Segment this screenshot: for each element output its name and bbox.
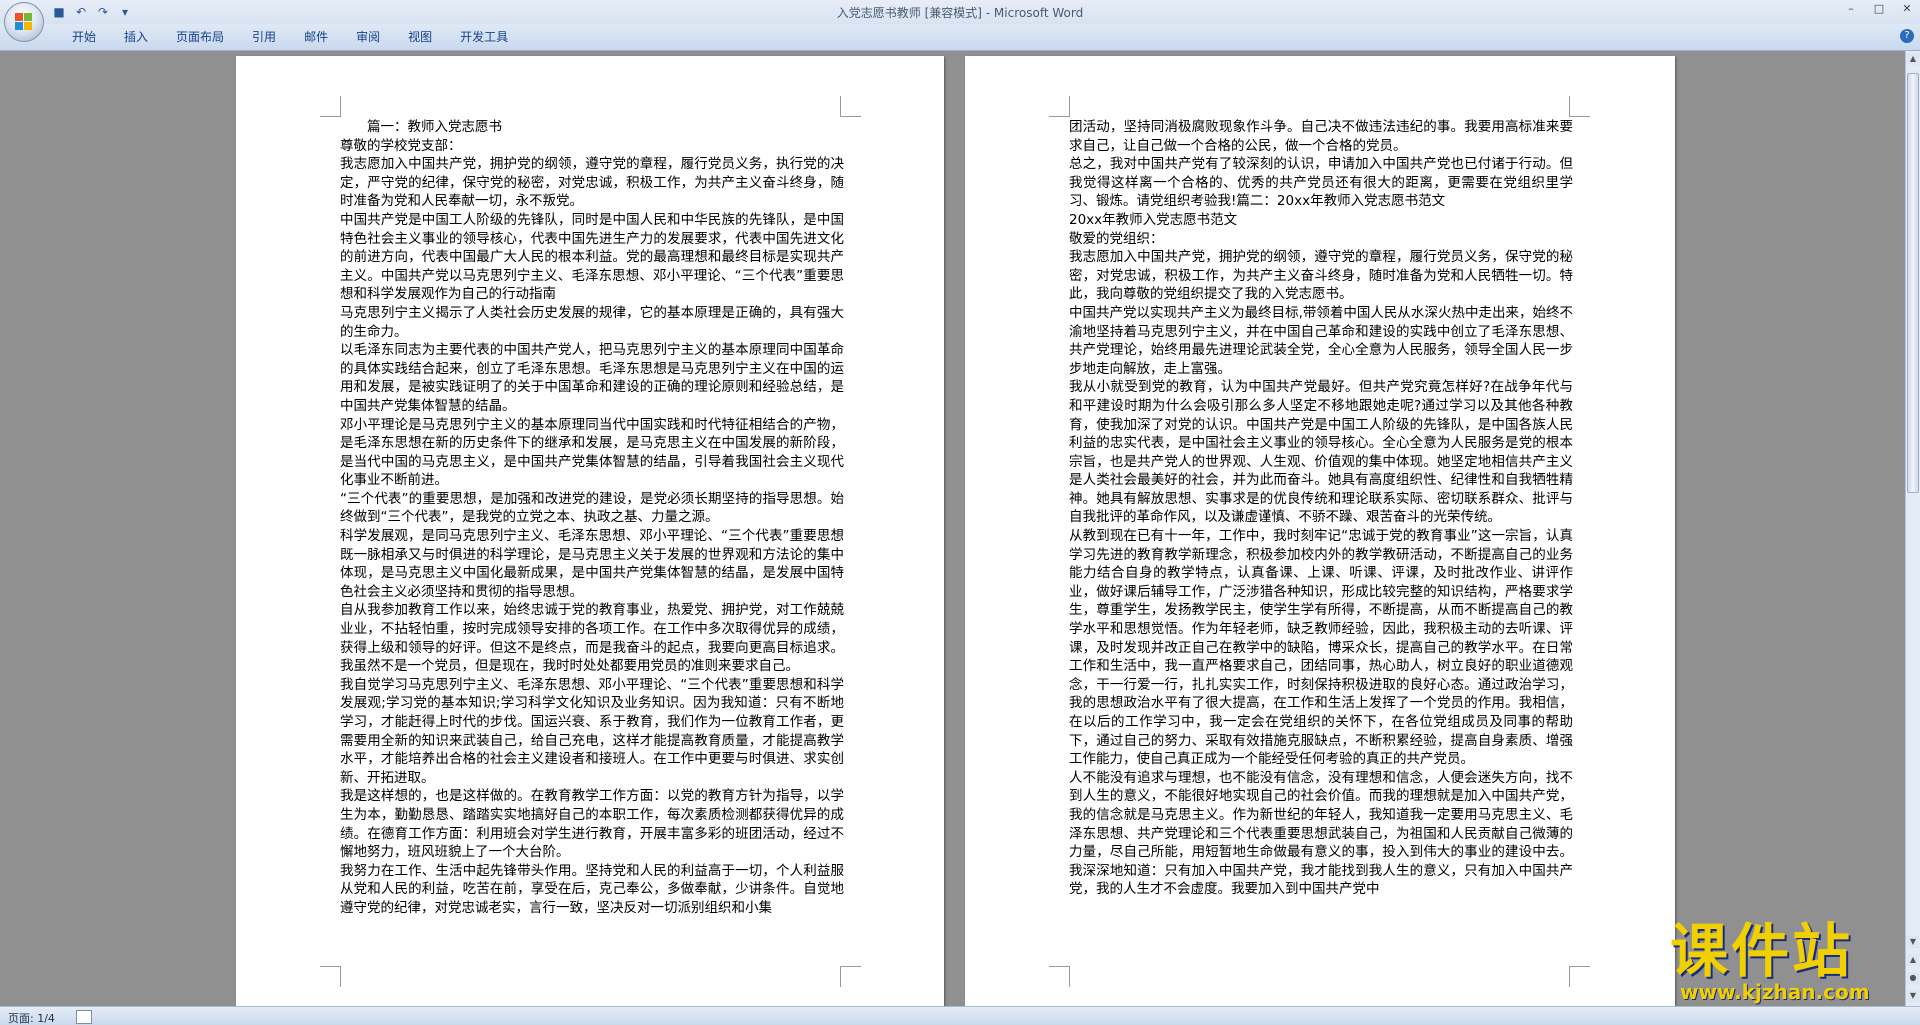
help-icon[interactable]: ? [1900, 29, 1914, 43]
paragraph[interactable]: 尊敬的学校党支部： [340, 137, 844, 156]
tab-insert[interactable]: 插入 [110, 29, 162, 45]
tab-review[interactable]: 审阅 [342, 29, 394, 45]
margin-corner-mark [1569, 966, 1590, 987]
paragraph[interactable]: 科学发展观，是同马克思列宁主义、毛泽东思想、邓小平理论、“三个代表”重要思想既一… [340, 527, 844, 601]
paragraph[interactable]: 敬爱的党组织： [1069, 230, 1573, 249]
ribbon-tab-bar: 开始 插入 页面布局 引用 邮件 审阅 视图 开发工具 ? [0, 24, 1920, 51]
undo-icon[interactable]: ↶ [72, 3, 90, 21]
window-title: 入党志愿书教师 [兼容模式] - Microsoft Word [836, 6, 1084, 20]
vertical-scrollbar[interactable]: ▲ ▼ ▲ ● ▼ [1905, 51, 1920, 1006]
margin-corner-mark [1049, 966, 1070, 987]
paragraph[interactable]: 我是这样想的，也是这样做的。在教育教学工作方面：以党的教育方针为指导，以学生为本… [340, 787, 844, 861]
margin-corner-mark [320, 966, 341, 987]
paragraph[interactable]: 20xx年教师入党志愿书范文 [1069, 211, 1573, 230]
paragraph[interactable]: 我志愿加入中国共产党，拥护党的纲领，遵守党的章程，履行党员义务，执行党的决定，严… [340, 155, 844, 211]
office-logo-icon [15, 13, 33, 31]
paragraph[interactable]: 马克思列宁主义揭示了人类社会历史发展的规律，它的基本原理是正确的，具有强大的生命… [340, 304, 844, 341]
save-icon[interactable]: ■ [50, 3, 68, 21]
margin-corner-mark [840, 966, 861, 987]
page-count[interactable]: 页面: 1/4 [8, 1010, 55, 1025]
paragraph[interactable]: 总之，我对中国共产党有了较深刻的认识，申请加入中国共产党也已付诸于行动。但我觉得… [1069, 155, 1573, 211]
close-icon[interactable]: ✕ [1900, 2, 1914, 15]
tab-view[interactable]: 视图 [394, 29, 446, 45]
paragraph[interactable]: 篇一：教师入党志愿书 [340, 118, 844, 137]
document-workspace[interactable]: 篇一：教师入党志愿书 尊敬的学校党支部： 我志愿加入中国共产党，拥护党的纲领，遵守党… [0, 51, 1906, 1006]
margin-corner-mark [840, 96, 861, 117]
tab-mailings[interactable]: 邮件 [290, 29, 342, 45]
document-page-2[interactable]: 团活动，坚持同消极腐败现象作斗争。自己决不做违法违纪的事。我要用高标准来要求自己… [965, 56, 1675, 1006]
scrollbar-thumb[interactable] [1907, 73, 1919, 493]
chevron-down-icon[interactable]: ▾ [116, 3, 134, 21]
paragraph[interactable]: 从教到现在已有十一年，工作中，我时刻牢记“忠诚于党的教育事业”这一宗旨，认真学习… [1069, 527, 1573, 769]
window-controls: – □ ✕ [1844, 2, 1914, 15]
tab-developer[interactable]: 开发工具 [446, 29, 522, 45]
paragraph[interactable]: 我从小就受到党的教育，认为中国共产党最好。但共产党究竟怎样好?在战争年代与和平建… [1069, 378, 1573, 527]
paragraph[interactable]: 自从我参加教育工作以来，始终忠诚于党的教育事业，热爱党、拥护党，对工作兢兢业业，… [340, 601, 844, 675]
paragraph[interactable]: 团活动，坚持同消极腐败现象作斗争。自己决不做违法违纪的事。我要用高标准来要求自己… [1069, 118, 1573, 155]
title-bar: 入党志愿书教师 [兼容模式] - Microsoft Word ■ ↶ ↷ ▾ … [0, 0, 1920, 24]
watermark-text: 课件站 [1670, 917, 1854, 985]
tab-home[interactable]: 开始 [58, 29, 110, 45]
minimize-icon[interactable]: – [1844, 2, 1858, 15]
ribbon-tabs: 开始 插入 页面布局 引用 邮件 审阅 视图 开发工具 [58, 29, 522, 45]
redo-icon[interactable]: ↷ [94, 3, 112, 21]
next-page-icon[interactable]: ▼ [1907, 990, 1919, 1002]
tab-references[interactable]: 引用 [238, 29, 290, 45]
watermark-logo: 课件站 www.kjzhan.com [1670, 917, 1906, 1004]
margin-corner-mark [1049, 96, 1070, 117]
document-page-1[interactable]: 篇一：教师入党志愿书 尊敬的学校党支部： 我志愿加入中国共产党，拥护党的纲领，遵守党… [236, 56, 944, 1006]
paragraph[interactable]: 人不能没有追求与理想，也不能没有信念，没有理想和信念，人便会迷失方向，找不到人生… [1069, 769, 1573, 899]
scroll-down-icon[interactable]: ▼ [1907, 936, 1919, 948]
page-1-text[interactable]: 篇一：教师入党志愿书 尊敬的学校党支部： 我志愿加入中国共产党，拥护党的纲领，遵守党… [340, 118, 844, 918]
tab-page-layout[interactable]: 页面布局 [162, 29, 238, 45]
paragraph[interactable]: 我志愿加入中国共产党，拥护党的纲领，遵守党的章程，履行党员义务，保守党的秘密，对… [1069, 248, 1573, 304]
paragraph[interactable]: 中国共产党是中国工人阶级的先锋队，同时是中国人民和中华民族的先锋队，是中国特色社… [340, 211, 844, 304]
word-window: 入党志愿书教师 [兼容模式] - Microsoft Word ■ ↶ ↷ ▾ … [0, 0, 1920, 1025]
quick-access-toolbar: ■ ↶ ↷ ▾ [50, 3, 134, 21]
maximize-icon[interactable]: □ [1872, 2, 1886, 15]
margin-corner-mark [320, 96, 341, 117]
previous-page-icon[interactable]: ▲ [1907, 954, 1919, 966]
paragraph[interactable]: 邓小平理论是马克思列宁主义的基本原理同当代中国实践和时代特征相结合的产物，是毛泽… [340, 416, 844, 490]
paragraph[interactable]: 我自觉学习马克思列宁主义、毛泽东思想、邓小平理论、“三个代表”重要思想和科学发展… [340, 676, 844, 788]
browse-object-icon[interactable]: ● [1907, 972, 1919, 984]
proofing-icon[interactable] [76, 1010, 92, 1024]
office-button[interactable] [4, 2, 44, 42]
page-2-text[interactable]: 团活动，坚持同消极腐败现象作斗争。自己决不做违法违纪的事。我要用高标准来要求自己… [1069, 118, 1573, 899]
paragraph[interactable]: 我努力在工作、生活中起先锋带头作用。坚持党和人民的利益高于一切，个人利益服从党和… [340, 862, 844, 918]
paragraph[interactable]: 中国共产党以实现共产主义为最终目标,带领着中国人民从水深火热中走出来，始终不渝地… [1069, 304, 1573, 378]
watermark-url: www.kjzhan.com [1680, 980, 1870, 1004]
scroll-up-icon[interactable]: ▲ [1907, 53, 1919, 65]
paragraph[interactable]: 以毛泽东同志为主要代表的中国共产党人，把马克思列宁主义的基本原理同中国革命的具体… [340, 341, 844, 415]
margin-corner-mark [1569, 96, 1590, 117]
paragraph[interactable]: “三个代表”的重要思想，是加强和改进党的建设，是党必须长期坚持的指导思想。始终做… [340, 490, 844, 527]
status-bar: 页面: 1/4 [0, 1006, 1920, 1025]
